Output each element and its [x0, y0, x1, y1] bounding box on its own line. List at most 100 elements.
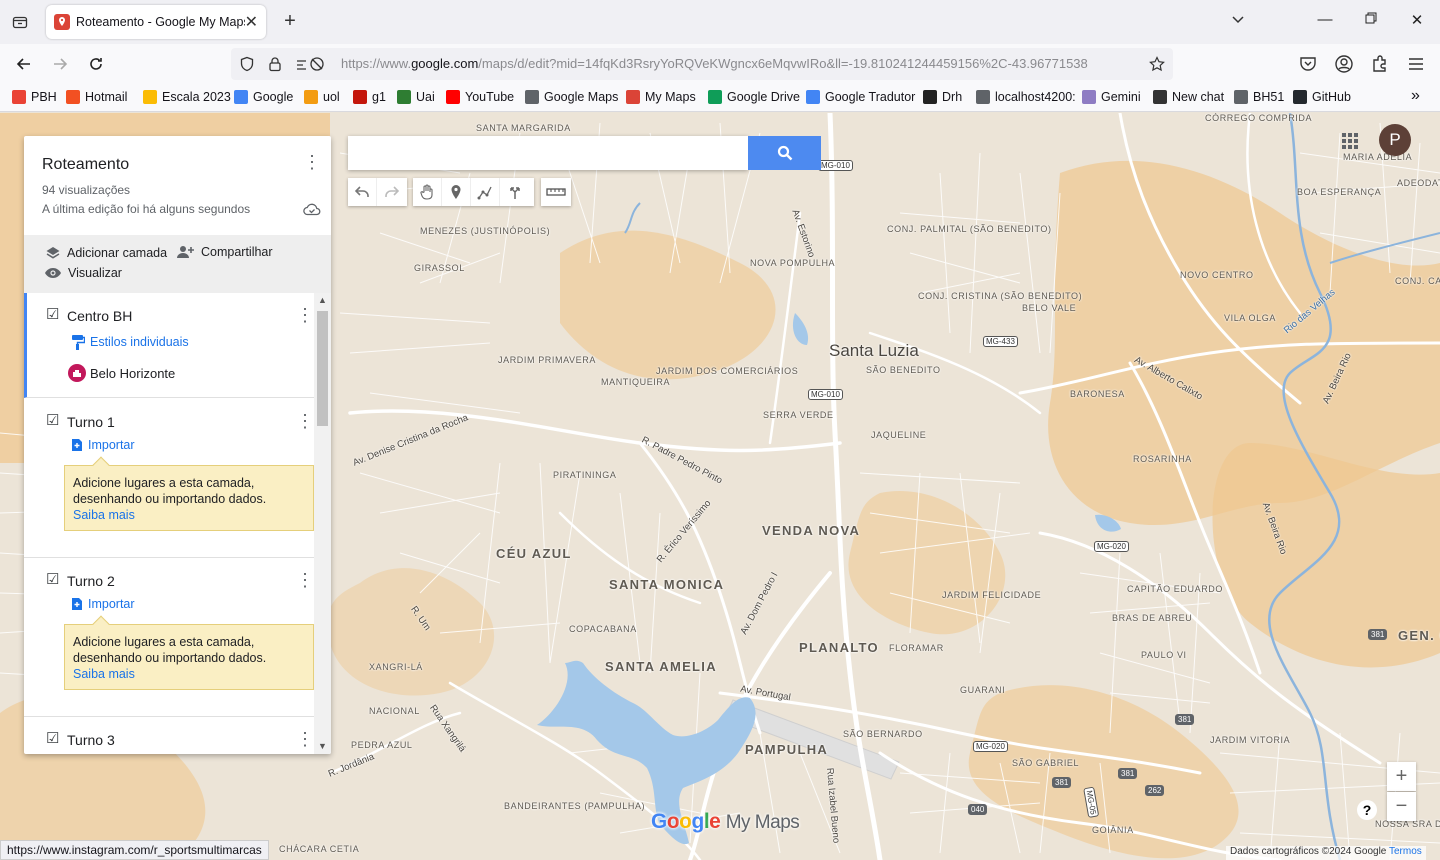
- layer-turno-1[interactable]: ☑ Turno 1 ⋮ Importar Adicione lugares a …: [24, 399, 314, 558]
- layer-name[interactable]: Turno 3: [67, 732, 115, 748]
- bookmark-google-tradutor[interactable]: Google Tradutor: [806, 90, 915, 104]
- globe-icon: [1234, 90, 1248, 104]
- draw-line-icon[interactable]: [471, 178, 500, 206]
- bookmark-gemini[interactable]: Gemini: [1082, 90, 1141, 104]
- permissions-icon[interactable]: [295, 56, 325, 72]
- google-icon: [234, 90, 248, 104]
- avatar[interactable]: P: [1379, 124, 1411, 156]
- map-label: ROSARINHA: [1133, 454, 1192, 464]
- bookmark-hotmail[interactable]: Hotmail: [66, 90, 127, 104]
- status-url: https://www.instagram.com/r_sportsmultim…: [0, 840, 269, 860]
- bookmark-uol[interactable]: uol: [304, 90, 340, 104]
- bookmark-google[interactable]: Google: [234, 90, 293, 104]
- bookmark-escala-2023[interactable]: Escala 2023: [143, 90, 231, 104]
- map-label: GOIÂNIA: [1092, 825, 1134, 835]
- map-title[interactable]: Roteamento: [42, 156, 129, 174]
- learn-more-link[interactable]: Saiba mais: [73, 507, 305, 523]
- hand-pan-icon[interactable]: [413, 178, 442, 206]
- redo-icon[interactable]: [377, 178, 406, 206]
- bookmark-my-maps[interactable]: My Maps: [626, 90, 696, 104]
- browser-tabbar: Roteamento - Google My Maps ✕ + — ✕: [0, 0, 1440, 44]
- zoom-in-button[interactable]: +: [1387, 762, 1416, 791]
- account-icon[interactable]: [1334, 54, 1354, 74]
- bookmark-github[interactable]: GitHub: [1293, 90, 1351, 104]
- scroll-down-icon[interactable]: ▼: [318, 741, 327, 751]
- tab-close-icon[interactable]: ✕: [245, 12, 258, 32]
- layer-options-icon[interactable]: ⋮: [295, 730, 314, 750]
- bookmark-bh51[interactable]: BH51: [1234, 90, 1284, 104]
- menu-icon[interactable]: [1406, 54, 1426, 74]
- layer-options-icon[interactable]: ⋮: [295, 412, 314, 432]
- address-bar[interactable]: https://www.google.com/maps/d/edit?mid=1…: [231, 48, 1173, 80]
- browser-tab[interactable]: Roteamento - Google My Maps ✕: [46, 5, 266, 39]
- bookmarks-overflow-icon[interactable]: »: [1411, 87, 1420, 105]
- add-layer-button[interactable]: Adicionar camada: [45, 245, 167, 261]
- layer-name[interactable]: Turno 2: [67, 573, 115, 589]
- place-item-belo-horizonte[interactable]: Belo Horizonte: [68, 364, 175, 382]
- new-tab-icon[interactable]: +: [278, 10, 302, 34]
- terms-link[interactable]: Termos: [1389, 846, 1422, 857]
- import-link[interactable]: Importar: [71, 597, 135, 611]
- pocket-icon[interactable]: [1298, 54, 1318, 74]
- bookmark-new-chat[interactable]: New chat: [1153, 90, 1224, 104]
- bookmark-g1[interactable]: g1: [353, 90, 386, 104]
- add-person-icon: [177, 246, 194, 258]
- layer-turno-2[interactable]: ☑ Turno 2 ⋮ Importar Adicione lugares a …: [24, 558, 314, 717]
- google-my-maps-logo: Google My Maps: [651, 810, 800, 833]
- map-label: PEDRA AZUL: [351, 740, 413, 750]
- shield-icon[interactable]: [239, 56, 255, 72]
- layer-turno-3[interactable]: ☑ Turno 3 ⋮: [24, 717, 314, 754]
- zoom-out-button[interactable]: −: [1387, 792, 1416, 821]
- back-icon[interactable]: [12, 52, 36, 76]
- individual-styles-link[interactable]: Estilos individuais: [71, 334, 189, 350]
- learn-more-link[interactable]: Saiba mais: [73, 666, 305, 682]
- city-pin-icon: [68, 364, 86, 382]
- bookmarks-bar: PBH Hotmail Escala 2023 Google uol g1 Uai YouTu…: [0, 84, 1440, 112]
- hint-text: Adicione lugares a esta camada, desenhan…: [73, 635, 267, 665]
- bookmark-localhost4200[interactable]: localhost4200:: [976, 90, 1076, 104]
- lock-icon[interactable]: [267, 56, 283, 72]
- google-apps-icon[interactable]: [1340, 131, 1360, 151]
- restore-icon[interactable]: [1359, 11, 1383, 33]
- extensions-icon[interactable]: [1370, 54, 1390, 74]
- tab-list-icon[interactable]: [8, 10, 32, 34]
- layer-checkbox[interactable]: ☑: [46, 572, 62, 588]
- add-marker-icon[interactable]: [442, 178, 471, 206]
- bookmark-google-drive[interactable]: Google Drive: [708, 90, 800, 104]
- help-icon[interactable]: ?: [1357, 800, 1377, 820]
- import-link[interactable]: Importar: [71, 438, 135, 452]
- layer-centro-bh[interactable]: ☑ Centro BH ⋮ Estilos individuais Belo H…: [24, 293, 314, 398]
- bookmark-drh[interactable]: Drh: [923, 90, 962, 104]
- forward-icon[interactable]: [48, 52, 72, 76]
- layer-name[interactable]: Centro BH: [67, 308, 132, 324]
- layer-options-icon[interactable]: ⋮: [295, 306, 314, 326]
- layers-scrollbar[interactable]: ▲ ▼: [314, 293, 331, 754]
- layer-checkbox[interactable]: ☑: [46, 731, 62, 747]
- bookmark-uai[interactable]: Uai: [397, 90, 435, 104]
- minimize-icon[interactable]: —: [1313, 11, 1337, 33]
- preview-button[interactable]: Visualizar: [44, 266, 122, 280]
- bookmark-google-maps[interactable]: Google Maps: [525, 90, 618, 104]
- ruler-icon[interactable]: [541, 178, 570, 206]
- undo-icon[interactable]: [348, 178, 377, 206]
- layer-checkbox[interactable]: ☑: [46, 307, 62, 323]
- search-button[interactable]: [748, 136, 821, 170]
- share-button[interactable]: Compartilhar: [175, 244, 273, 260]
- map-label: BRAS DE ABREU: [1112, 613, 1193, 623]
- reload-icon[interactable]: [84, 52, 108, 76]
- map-search-input[interactable]: [348, 136, 748, 170]
- close-window-icon[interactable]: ✕: [1405, 11, 1429, 33]
- scroll-thumb[interactable]: [317, 311, 328, 426]
- directions-icon[interactable]: [500, 178, 529, 206]
- bookmark-youtube[interactable]: YouTube: [446, 90, 514, 104]
- layer-name[interactable]: Turno 1: [67, 414, 115, 430]
- scroll-up-icon[interactable]: ▲: [318, 295, 327, 305]
- map-label: VILA OLGA: [1224, 313, 1276, 323]
- chevron-down-icon[interactable]: [1230, 11, 1246, 30]
- star-icon[interactable]: [1149, 56, 1165, 72]
- map-attribution: Dados cartográficos ©2024 Google Termos: [1226, 846, 1426, 860]
- bookmark-pbh[interactable]: PBH: [12, 90, 57, 104]
- layer-options-icon[interactable]: ⋮: [295, 571, 314, 591]
- more-options-icon[interactable]: ⋮: [302, 153, 322, 173]
- layer-checkbox[interactable]: ☑: [46, 413, 62, 429]
